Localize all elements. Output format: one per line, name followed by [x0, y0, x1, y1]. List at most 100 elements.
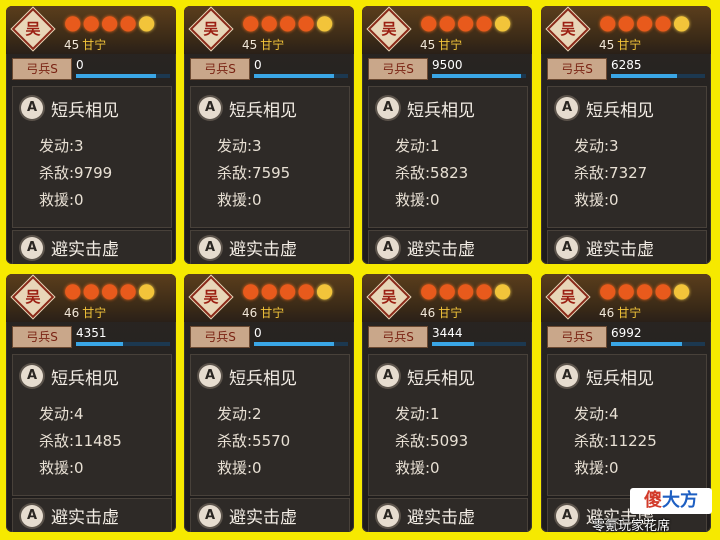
skill-grade-icon: A [377, 505, 399, 527]
troop-bar-fill [611, 342, 682, 346]
fire-drop-icon: ● [654, 10, 672, 34]
general-name: 甘宁 [438, 38, 463, 52]
skill-name: 短兵相见 [407, 101, 475, 121]
general-panel-7[interactable]: 吴 ● ● ● ● ● 46 甘宁 弓兵S 3444 A 短兵相见 发动:1 杀敌:509… [362, 274, 532, 532]
fire-drop-icon: ● [420, 10, 438, 34]
fire-drop-icon: ● [100, 278, 119, 302]
troop-bar-fill [432, 342, 475, 346]
activate-count: 发动:3 [39, 137, 84, 155]
fire-drop-icon: ● [64, 278, 82, 302]
fire-drop-icon: ● [297, 10, 315, 34]
general-panel-2[interactable]: 吴 ● ● ● ● ● 45 甘宁 弓兵S 0 A 短兵相见 发动:3 杀敌:7595 救… [184, 6, 354, 264]
level: 45 [599, 38, 615, 52]
troop-type-badge[interactable]: 弓兵S [368, 58, 428, 80]
general-name: 甘宁 [82, 38, 107, 52]
second-skill[interactable]: A 避实击虚 [547, 230, 707, 264]
skill-grade-icon: A [556, 97, 578, 119]
screenshot-grid: 吴 ● ● ● ● ● 45 甘宁 弓兵S 0 A 短兵相见 发动:3 杀敌:9799 救… [0, 0, 720, 540]
rescue-count: 救援:0 [217, 459, 262, 477]
troop-type-badge[interactable]: 弓兵S [190, 326, 250, 348]
skill-name: 避实击虚 [51, 508, 119, 528]
faction-seal-text: 吴 [25, 20, 41, 38]
skill-box[interactable]: A 短兵相见 发动:3 杀敌:7595 救援:0 [190, 86, 350, 228]
fire-drop-icon: ● [260, 278, 278, 302]
fire-drop-icon: ● [599, 10, 617, 34]
level-name: 45 甘宁 [64, 36, 106, 53]
fire-drop-icon: ● [438, 10, 456, 34]
general-panel-6[interactable]: 吴 ● ● ● ● ● 46 甘宁 弓兵S 0 A 短兵相见 发动:2 杀敌:5570 救… [184, 274, 354, 532]
general-panel-3[interactable]: 吴 ● ● ● ● ● 45 甘宁 弓兵S 9500 A 短兵相见 发动:1 杀敌:582… [362, 6, 532, 264]
star-rating: ● ● ● ● ● [599, 11, 690, 33]
troop-type-badge[interactable]: 弓兵S [12, 58, 72, 80]
second-skill[interactable]: A 避实击虚 [368, 498, 528, 532]
fire-drop-icon: ● [100, 10, 119, 34]
skill-grade-icon: A [21, 505, 43, 527]
fire-drop-icon: ● [278, 10, 297, 34]
second-skill[interactable]: A 避实击虚 [12, 498, 172, 532]
troop-bar [611, 342, 705, 346]
kill-count: 杀敌:7327 [574, 164, 648, 182]
star-rating: ● ● ● ● ● [64, 11, 155, 33]
faction-seal-text: 吴 [381, 20, 397, 38]
troop-type-badge[interactable]: 弓兵S [547, 58, 607, 80]
fire-drop-icon: ● [635, 10, 654, 34]
skill-box[interactable]: A 短兵相见 发动:1 杀敌:5093 救援:0 [368, 354, 528, 496]
skill-grade-icon: A [21, 237, 43, 259]
fire-drop-icon: ● [119, 278, 137, 302]
rescue-count: 救援:0 [395, 459, 440, 477]
skill-box[interactable]: A 短兵相见 发动:3 杀敌:7327 救援:0 [547, 86, 707, 228]
faction-seal-text: 吴 [381, 288, 397, 306]
troop-bar [254, 342, 348, 346]
troop-type-badge[interactable]: 弓兵S [547, 326, 607, 348]
rescue-count: 救援:0 [217, 191, 262, 209]
general-name: 甘宁 [617, 38, 642, 52]
second-skill[interactable]: A 避实击虚 [12, 230, 172, 264]
troop-type-badge[interactable]: 弓兵S [12, 326, 72, 348]
troop-bar-fill [254, 342, 334, 346]
fire-drop-icon: ● [493, 10, 512, 34]
fire-drop-icon: ● [617, 278, 635, 302]
troop-bar [254, 74, 348, 78]
general-panel-4[interactable]: 吴 ● ● ● ● ● 45 甘宁 弓兵S 6285 A 短兵相见 发动:3 杀敌:732… [541, 6, 711, 264]
troop-type-badge[interactable]: 弓兵S [368, 326, 428, 348]
second-skill[interactable]: A 避实击虚 [190, 498, 350, 532]
skill-box[interactable]: A 短兵相见 发动:2 杀敌:5570 救援:0 [190, 354, 350, 496]
star-rating: ● ● ● ● ● [420, 11, 511, 33]
troop-type-badge[interactable]: 弓兵S [190, 58, 250, 80]
kill-count: 杀敌:9799 [39, 164, 113, 182]
troop-count: 0 [254, 58, 262, 72]
skill-box[interactable]: A 短兵相见 发动:1 杀敌:5823 救援:0 [368, 86, 528, 228]
skill-box[interactable]: A 短兵相见 发动:3 杀敌:9799 救援:0 [12, 86, 172, 228]
fire-drop-icon: ● [315, 278, 334, 302]
watermark-a: 傻 [644, 490, 662, 511]
rescue-count: 救援:0 [39, 459, 84, 477]
kill-count: 杀敌:7595 [217, 164, 291, 182]
second-skill[interactable]: A 避实击虚 [190, 230, 350, 264]
second-skill[interactable]: A 避实击虚 [368, 230, 528, 264]
kill-count: 杀敌:5570 [217, 432, 291, 450]
rescue-count: 救援:0 [39, 191, 84, 209]
fire-drop-icon: ● [456, 10, 475, 34]
skill-name: 避实击虚 [229, 508, 297, 528]
fire-drop-icon: ● [672, 10, 691, 34]
skill-box[interactable]: A 短兵相见 发动:4 杀敌:11225 救援:0 [547, 354, 707, 496]
kill-count: 杀敌:5093 [395, 432, 469, 450]
troop-count: 9500 [432, 58, 463, 72]
troop-bar-fill [76, 74, 156, 78]
skill-box[interactable]: A 短兵相见 发动:4 杀敌:11485 救援:0 [12, 354, 172, 496]
troop-bar-fill [254, 74, 334, 78]
general-panel-5[interactable]: 吴 ● ● ● ● ● 46 甘宁 弓兵S 4351 A 短兵相见 发动:4 杀敌:114… [6, 274, 176, 532]
troop-count: 6285 [611, 58, 642, 72]
watermark-b: 大方 [662, 490, 698, 511]
skill-name: 避实击虚 [407, 508, 475, 528]
general-name: 甘宁 [438, 306, 463, 320]
fire-drop-icon: ● [635, 278, 654, 302]
troop-count: 0 [254, 326, 262, 340]
general-panel-1[interactable]: 吴 ● ● ● ● ● 45 甘宁 弓兵S 0 A 短兵相见 发动:3 杀敌:9799 救… [6, 6, 176, 264]
general-name: 甘宁 [260, 306, 285, 320]
skill-grade-icon: A [377, 237, 399, 259]
troop-count: 0 [76, 58, 84, 72]
level-name: 46 甘宁 [599, 304, 641, 321]
star-rating: ● ● ● ● ● [242, 279, 333, 301]
skill-grade-icon: A [199, 97, 221, 119]
